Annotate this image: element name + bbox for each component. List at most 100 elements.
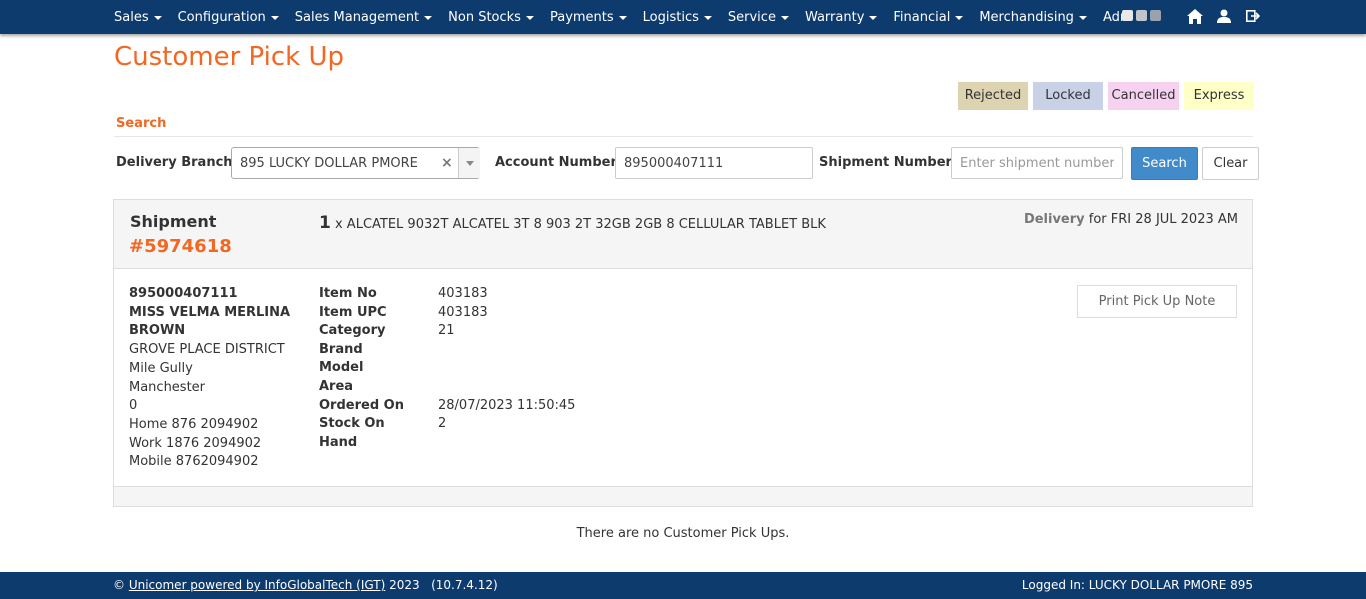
- menu-sales-management[interactable]: Sales Management: [294, 9, 433, 25]
- account-number-input[interactable]: [615, 147, 813, 179]
- menu-service[interactable]: Service: [728, 10, 789, 25]
- panel-footer: [114, 486, 1252, 506]
- legend-express: Express: [1184, 82, 1254, 110]
- window-dot[interactable]: [1122, 10, 1133, 21]
- detail-value: 21: [438, 323, 455, 339]
- caret-down-icon: [780, 16, 789, 20]
- detail-row: Brand: [319, 341, 638, 360]
- legend-locked: Locked: [1033, 82, 1103, 110]
- page-footer: © Unicomer powered by InfoGlobalTech (IG…: [0, 572, 1366, 599]
- nav-icon-group: [1187, 8, 1274, 24]
- search-button[interactable]: Search: [1131, 147, 1198, 180]
- caret-down-icon: [955, 16, 964, 20]
- detail-row: Model: [319, 359, 638, 378]
- menu-financial[interactable]: Financial: [893, 9, 964, 25]
- menu-label: Service: [727, 9, 776, 25]
- detail-value: [438, 341, 638, 360]
- address-line: Mile Gully: [129, 360, 193, 376]
- dropdown-arrow-icon[interactable]: [458, 148, 480, 178]
- shipment-number-label: Shipment Number:: [819, 155, 958, 170]
- menu-payments[interactable]: Payments: [550, 10, 627, 25]
- delivery-info: Delivery for FRI 28 JUL 2023 AM: [1024, 212, 1238, 227]
- status-legend: Rejected Locked Cancelled Express: [958, 82, 1259, 110]
- customer-account: 895000407111: [129, 286, 238, 301]
- address-line: GROVE PLACE DISTRICT: [129, 342, 285, 358]
- menu-logistics[interactable]: Logistics: [643, 10, 712, 25]
- address-line: Manchester: [129, 379, 206, 395]
- logout-icon[interactable]: [1245, 8, 1261, 24]
- window-dot[interactable]: [1136, 10, 1147, 21]
- menu-label: Non Stocks: [448, 9, 521, 25]
- item-quantity: 1: [319, 213, 331, 233]
- customer-name: MISS VELMA MERLINA BROWN: [129, 304, 291, 339]
- shipment-number-input[interactable]: [951, 147, 1123, 179]
- menu-sales[interactable]: Sales: [114, 10, 162, 25]
- window-controls: [1122, 10, 1164, 21]
- shipment-label: Shipment: [130, 212, 217, 231]
- phone-mobile: Mobile 8762094902: [129, 454, 259, 470]
- print-pick-up-note-button[interactable]: Print Pick Up Note: [1077, 285, 1237, 318]
- caret-down-icon: [618, 16, 627, 20]
- page-title: Customer Pick Up: [114, 42, 345, 72]
- menu-label: Logistics: [642, 9, 699, 25]
- menu-merchandising[interactable]: Merchandising: [979, 10, 1087, 25]
- caret-down-icon: [424, 16, 433, 20]
- home-icon[interactable]: [1187, 8, 1203, 24]
- shipment-item: 1 x ALCATEL 9032T ALCATEL 3T 8 903 2T 32…: [319, 213, 826, 233]
- menu-label: Payments: [549, 9, 614, 25]
- shipment-number: #5974618: [129, 236, 232, 257]
- caret-down-icon: [153, 16, 162, 20]
- menu-warranty[interactable]: Warranty: [804, 9, 878, 25]
- detail-label: Ordered On: [319, 397, 404, 413]
- shipment-panel: Shipment #5974618 1 x ALCATEL 9032T ALCA…: [113, 199, 1253, 507]
- detail-row: Item No 403183: [319, 285, 638, 304]
- detail-label: Area: [319, 378, 354, 394]
- detail-row: Category 21: [319, 322, 638, 341]
- caret-down-icon: [703, 16, 712, 20]
- menu-non-stocks[interactable]: Non Stocks: [448, 10, 534, 25]
- detail-value: [438, 378, 638, 397]
- copyright-symbol: ©: [113, 578, 125, 592]
- footer-link[interactable]: Unicomer powered by InfoGlobalTech (IGT): [129, 578, 385, 592]
- detail-label: Brand: [319, 341, 363, 357]
- detail-row: Item UPC 403183: [319, 304, 638, 323]
- detail-label: Item No: [319, 286, 377, 301]
- delivery-date: for FRI 28 JUL 2023 AM: [1088, 212, 1238, 227]
- menu-label: Warranty: [804, 9, 865, 25]
- delivery-label: Delivery: [1023, 212, 1085, 227]
- menu-configuration[interactable]: Configuration: [178, 10, 279, 25]
- item-details: Item No 403183 Item UPC 403183 Category 21 …: [319, 285, 638, 452]
- address-line: 0: [129, 398, 138, 414]
- menu-label: Sales: [114, 9, 149, 25]
- detail-value: 403183: [438, 304, 488, 320]
- menu-label: Merchandising: [979, 9, 1074, 25]
- top-navbar: Sales Configuration Sales Management Non…: [0, 0, 1366, 34]
- customer-info: 895000407111 MISS VELMA MERLINA BROWN GR…: [129, 285, 299, 472]
- clear-selection-icon[interactable]: ×: [441, 155, 453, 171]
- menu-label: Configuration: [177, 9, 266, 25]
- user-icon[interactable]: [1216, 8, 1232, 24]
- detail-row: Area: [319, 378, 638, 397]
- detail-row: Ordered On 28/07/2023 11:50:45: [319, 397, 638, 416]
- detail-value: 403183: [438, 286, 488, 301]
- shipment-header: Shipment #5974618 1 x ALCATEL 9032T ALCA…: [114, 200, 1252, 269]
- menu-label: Sales Management: [294, 9, 420, 25]
- detail-label: Item UPC: [319, 304, 387, 320]
- logged-in-status: Logged In: LUCKY DOLLAR PMORE 895: [1021, 578, 1253, 592]
- account-number-label: Account Number:: [495, 155, 623, 170]
- detail-row: Stock On Hand 2: [319, 415, 638, 452]
- legend-cancelled: Cancelled: [1108, 82, 1179, 110]
- detail-value: 2: [438, 416, 447, 432]
- selected-branch: 895 LUCKY DOLLAR PMORE: [240, 156, 418, 171]
- menu-label: Financial: [893, 9, 951, 25]
- main-menu: Sales Configuration Sales Management Non…: [114, 0, 1126, 34]
- empty-results-message: There are no Customer Pick Ups.: [576, 526, 790, 541]
- delivery-branch-select[interactable]: 895 LUCKY DOLLAR PMORE ×: [231, 147, 480, 179]
- clear-button[interactable]: Clear: [1202, 147, 1259, 180]
- legend-rejected: Rejected: [958, 82, 1028, 110]
- delivery-branch-label: Delivery Branch:: [116, 155, 238, 170]
- caret-down-icon: [869, 16, 878, 20]
- caret-down-icon: [525, 16, 534, 20]
- window-dot[interactable]: [1150, 10, 1161, 21]
- detail-label: Category: [319, 323, 386, 339]
